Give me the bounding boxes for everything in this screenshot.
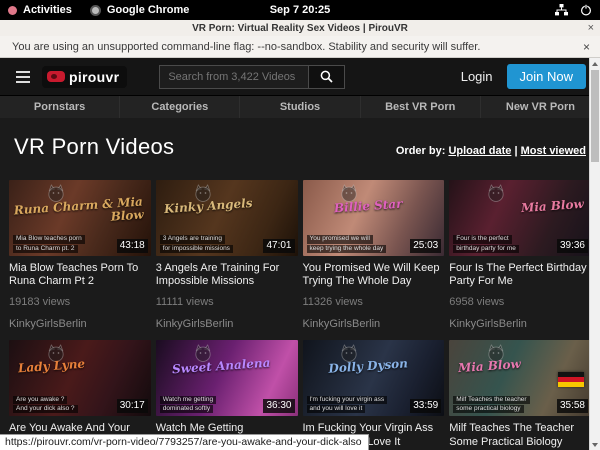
video-views: 11111 views xyxy=(156,296,298,308)
thumbnail-performer-name: Mia Blow xyxy=(457,358,521,375)
site-menu: PornstarsCategoriesStudiosBest VR PornNe… xyxy=(0,95,600,118)
menu-item-best-vr-porn[interactable]: Best VR Porn xyxy=(361,96,481,118)
menu-item-new-vr-porn[interactable]: New VR Porn xyxy=(481,96,600,118)
thumbnail-caption: Milf Teaches the teachersome practical b… xyxy=(453,396,529,414)
page-content: VR Porn Videos Order by: Upload date | M… xyxy=(0,118,600,450)
menu-item-studios[interactable]: Studios xyxy=(240,96,360,118)
sandbox-warning-text: You are using an unsupported command-lin… xyxy=(12,41,480,53)
browser-scrollbar[interactable] xyxy=(589,58,600,450)
video-card[interactable]: Mia Blow Milf Teaches the teachersome pr… xyxy=(449,340,591,450)
tab-title[interactable]: VR Porn: Virtual Reality Sex Videos | Pi… xyxy=(0,23,600,34)
video-views: 19183 views xyxy=(9,296,151,308)
warning-close-icon[interactable]: × xyxy=(583,40,590,54)
vr-goggles-icon xyxy=(47,71,65,82)
browser-tab-strip: VR Porn: Virtual Reality Sex Videos | Pi… xyxy=(0,20,600,36)
cat-mask-watermark-icon xyxy=(486,183,506,203)
thumbnail-performer-name: Sweet Analena xyxy=(156,356,287,378)
video-title[interactable]: Four Is The Perfect Birthday Party For M… xyxy=(449,262,591,288)
video-card[interactable]: Billie Star You promised we willkeep try… xyxy=(303,180,445,330)
duration-badge: 43:18 xyxy=(117,239,148,253)
hamburger-menu-icon[interactable] xyxy=(14,67,32,87)
duration-badge: 47:01 xyxy=(263,239,294,253)
thumbnail-caption: You promised we willkeep trying the whol… xyxy=(307,235,387,253)
duration-badge: 36:30 xyxy=(263,399,294,413)
video-thumbnail[interactable]: Kinky Angels 3 Angels are trainingfor im… xyxy=(156,180,298,256)
sandbox-warning-bar: You are using an unsupported command-lin… xyxy=(0,36,600,58)
thumbnail-caption: Four is the perfectbirthday party for me xyxy=(453,235,519,253)
power-icon[interactable] xyxy=(580,4,592,16)
search-input[interactable] xyxy=(159,65,309,89)
duration-badge: 33:59 xyxy=(410,399,441,413)
site-navbar: pirouvr Login Join Now xyxy=(0,58,600,95)
thumbnail-caption: Are you awake ?And your dick also ? xyxy=(13,396,78,414)
thumbnail-performer-name: Billie Star xyxy=(303,195,434,217)
order-by-label: Order by: xyxy=(396,145,446,157)
video-title[interactable]: Mia Blow Teaches Porn To Runa Charm Pt 2 xyxy=(9,262,151,288)
video-thumbnail[interactable]: Lady Lyne Are you awake ?And your dick a… xyxy=(9,340,151,416)
scrollbar-up-arrow[interactable] xyxy=(590,58,600,69)
search-icon xyxy=(320,70,333,83)
thumbnail-performer-name: Dolly Dyson xyxy=(303,356,434,378)
thumbnail-caption: I'm fucking your virgin assand you will … xyxy=(307,396,388,414)
scrollbar-thumb[interactable] xyxy=(591,70,599,162)
video-thumbnail[interactable]: Mia Blow Milf Teaches the teachersome pr… xyxy=(449,340,591,416)
video-thumbnail[interactable]: Mia Blow Four is the perfectbirthday par… xyxy=(449,180,591,256)
site-logo[interactable]: pirouvr xyxy=(42,66,127,88)
thumbnail-caption: Watch me gettingdominated softly xyxy=(160,396,216,414)
video-grid: Runa Charm & Mia Blow Mia Blow teaches p… xyxy=(9,180,591,450)
video-thumbnail[interactable]: Runa Charm & Mia Blow Mia Blow teaches p… xyxy=(9,180,151,256)
video-thumbnail[interactable]: Sweet Analena Watch me gettingdominated … xyxy=(156,340,298,416)
order-upload-date-link[interactable]: Upload date xyxy=(448,145,511,157)
video-views: 11326 views xyxy=(303,296,445,308)
menu-item-categories[interactable]: Categories xyxy=(120,96,240,118)
join-now-button[interactable]: Join Now xyxy=(507,64,586,89)
tab-close-icon[interactable]: × xyxy=(588,22,594,34)
german-flag-icon xyxy=(558,372,584,387)
duration-badge: 30:17 xyxy=(117,399,148,413)
video-thumbnail[interactable]: Dolly Dyson I'm fucking your virgin assa… xyxy=(303,340,445,416)
video-views: 6958 views xyxy=(449,296,591,308)
video-studio-link[interactable]: KinkyGirlsBerlin xyxy=(303,318,445,330)
video-thumbnail[interactable]: Billie Star You promised we willkeep try… xyxy=(303,180,445,256)
login-link[interactable]: Login xyxy=(461,69,493,84)
duration-badge: 35:58 xyxy=(557,399,588,413)
thumbnail-caption: 3 Angels are trainingfor impossible miss… xyxy=(160,235,233,253)
video-title[interactable]: 3 Angels Are Training For Impossible Mis… xyxy=(156,262,298,288)
network-icon[interactable] xyxy=(555,4,568,16)
video-card[interactable]: Mia Blow Four is the perfectbirthday par… xyxy=(449,180,591,330)
duration-badge: 25:03 xyxy=(410,239,441,253)
scrollbar-down-arrow[interactable] xyxy=(590,439,600,450)
video-studio-link[interactable]: KinkyGirlsBerlin xyxy=(156,318,298,330)
video-title[interactable]: Milf Teaches The Teacher Some Practical … xyxy=(449,422,591,448)
thumbnail-performer-name: Lady Lyne xyxy=(17,358,85,375)
page-title: VR Porn Videos xyxy=(14,134,174,160)
order-most-viewed-link[interactable]: Most viewed xyxy=(521,145,586,157)
video-card[interactable]: Runa Charm & Mia Blow Mia Blow teaches p… xyxy=(9,180,151,330)
thumbnail-performer-name: Mia Blow xyxy=(521,198,585,215)
order-by-controls: Order by: Upload date | Most viewed xyxy=(396,145,586,157)
video-studio-link[interactable]: KinkyGirlsBerlin xyxy=(9,318,151,330)
system-top-bar: Activities Google Chrome Sep 7 20:25 xyxy=(0,0,600,20)
site-logo-text: pirouvr xyxy=(69,69,119,85)
video-studio-link[interactable]: KinkyGirlsBerlin xyxy=(449,318,591,330)
search-button[interactable] xyxy=(309,65,345,89)
video-title[interactable]: You Promised We Will Keep Trying The Who… xyxy=(303,262,445,288)
menu-item-pornstars[interactable]: Pornstars xyxy=(0,96,120,118)
thumbnail-performer-name: Runa Charm & Mia Blow xyxy=(13,195,145,229)
duration-badge: 39:36 xyxy=(557,239,588,253)
thumbnail-performer-name: Kinky Angels xyxy=(164,197,253,216)
thumbnail-caption: Mia Blow teaches pornto Runa Charm pt. 2 xyxy=(13,235,85,253)
order-separator: | xyxy=(514,145,517,157)
status-bar-url: https://pirouvr.com/vr-porn-video/779325… xyxy=(0,434,369,450)
system-clock[interactable]: Sep 7 20:25 xyxy=(0,4,600,16)
video-card[interactable]: Kinky Angels 3 Angels are trainingfor im… xyxy=(156,180,298,330)
